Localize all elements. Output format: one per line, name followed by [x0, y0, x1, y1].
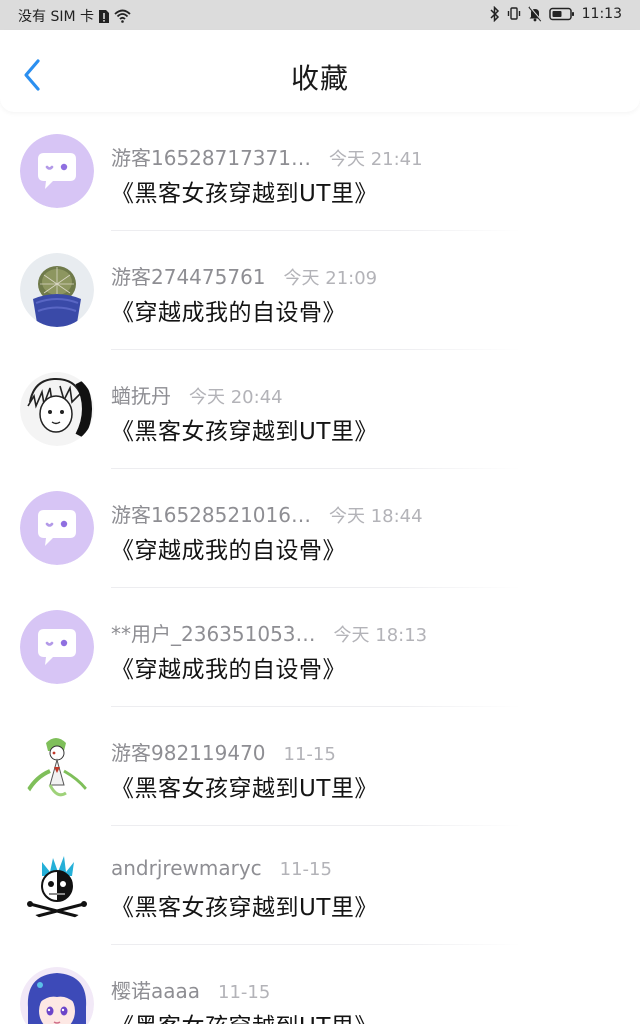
header: 收藏 — [0, 30, 640, 112]
username[interactable]: 游客982119470 — [111, 737, 266, 766]
page-title: 收藏 — [290, 62, 349, 95]
item-meta: 樱诺aaaa 11-15 — [111, 975, 270, 1004]
book-title[interactable]: 《穿越成我的自设骨》 — [111, 531, 346, 565]
timestamp: 今天 18:13 — [333, 625, 428, 646]
favorite-item[interactable]: 游客16528521016… 今天 18:44 《穿越成我的自设骨》 — [0, 469, 640, 588]
book-title[interactable]: 《穿越成我的自设骨》 — [111, 650, 346, 684]
username[interactable]: 游客16528521016… — [111, 499, 311, 528]
favorite-item[interactable]: 游客16528717371… 今天 21:41 《黑客女孩穿越到UT里》 — [0, 112, 640, 231]
favorite-item[interactable]: andrjrewmaryc 11-15 《黑客女孩穿越到UT里》 — [0, 826, 640, 945]
bluetooth-icon — [490, 6, 500, 22]
favorite-item[interactable]: 樱诺aaaa 11-15 《黑客女孩穿越到UT里》 — [0, 945, 640, 1024]
username[interactable]: **用户_236351053… — [111, 618, 316, 647]
timestamp: 今天 18:44 — [328, 506, 423, 527]
avatar[interactable] — [20, 134, 94, 208]
username[interactable]: 蝤抚丹 — [111, 380, 171, 409]
avatar[interactable] — [20, 848, 94, 922]
avatar[interactable] — [20, 610, 94, 684]
timestamp: 今天 20:44 — [189, 387, 283, 408]
timestamp: 今天 21:41 — [328, 149, 423, 170]
mute-bell-icon — [528, 6, 542, 22]
book-title[interactable]: 《黑客女孩穿越到UT里》 — [111, 769, 378, 803]
username[interactable]: andrjrewmaryc — [111, 856, 262, 880]
username[interactable]: 樱诺aaaa — [111, 975, 200, 1004]
timestamp: 今天 21:09 — [283, 268, 378, 289]
timestamp: 11-15 — [283, 744, 336, 765]
item-meta: andrjrewmaryc 11-15 — [111, 856, 332, 880]
status-left: 没有 SIM 卡 — [18, 6, 131, 26]
book-title[interactable]: 《穿越成我的自设骨》 — [111, 293, 346, 327]
screen: 没有 SIM 卡 11:13 收藏 游客16528717371… 今天 21:4… — [0, 0, 640, 1024]
book-title[interactable]: 《黑客女孩穿越到UT里》 — [111, 412, 378, 446]
battery-icon — [548, 7, 575, 21]
item-meta: 游客982119470 11-15 — [111, 737, 336, 766]
favorite-item[interactable]: 游客982119470 11-15 《黑客女孩穿越到UT里》 — [0, 707, 640, 826]
avatar[interactable] — [20, 491, 94, 565]
username[interactable]: 游客274475761 — [111, 261, 266, 290]
item-meta: 蝤抚丹 今天 20:44 — [111, 380, 283, 409]
avatar[interactable] — [20, 372, 94, 446]
username[interactable]: 游客16528717371… — [111, 142, 311, 171]
status-right: 11:13 — [490, 6, 622, 22]
avatar[interactable] — [20, 729, 94, 803]
wifi-icon — [114, 9, 131, 23]
carrier-text: 没有 SIM 卡 — [18, 9, 94, 25]
favorite-item[interactable]: 蝤抚丹 今天 20:44 《黑客女孩穿越到UT里》 — [0, 350, 640, 469]
clock-text: 11:13 — [581, 6, 622, 22]
timestamp: 11-15 — [279, 859, 332, 880]
item-meta: 游客16528717371… 今天 21:41 — [111, 142, 423, 171]
favorites-list: 游客16528717371… 今天 21:41 《黑客女孩穿越到UT里》 游客2… — [0, 112, 640, 1024]
item-meta: **用户_236351053… 今天 18:13 — [111, 618, 427, 647]
avatar[interactable] — [20, 253, 94, 327]
item-meta: 游客274475761 今天 21:09 — [111, 261, 377, 290]
sim-alert-icon — [98, 9, 110, 24]
avatar[interactable] — [20, 967, 94, 1024]
favorite-item[interactable]: 游客274475761 今天 21:09 《穿越成我的自设骨》 — [0, 231, 640, 350]
vibrate-icon — [507, 6, 521, 22]
item-meta: 游客16528521016… 今天 18:44 — [111, 499, 423, 528]
timestamp: 11-15 — [218, 982, 271, 1003]
status-bar: 没有 SIM 卡 11:13 — [0, 0, 640, 30]
book-title[interactable]: 《黑客女孩穿越到UT里》 — [111, 888, 378, 922]
book-title[interactable]: 《黑客女孩穿越到UT里》 — [111, 1007, 378, 1024]
book-title[interactable]: 《黑客女孩穿越到UT里》 — [111, 174, 378, 208]
favorite-item[interactable]: **用户_236351053… 今天 18:13 《穿越成我的自设骨》 — [0, 588, 640, 707]
